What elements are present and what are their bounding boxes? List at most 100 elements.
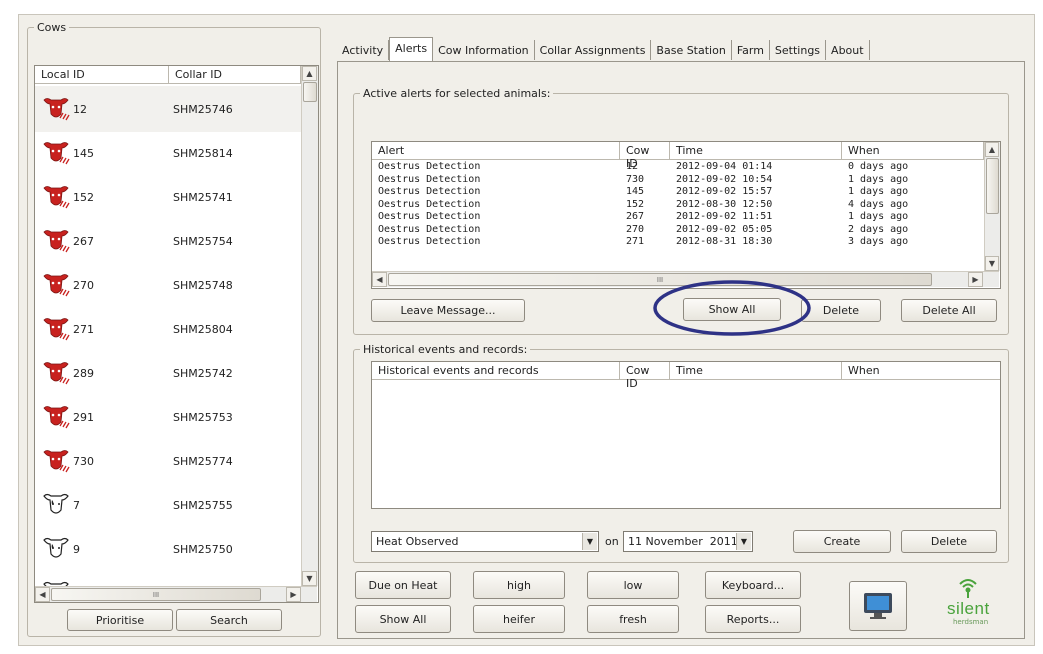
create-event-button[interactable]: Create	[793, 530, 891, 553]
alerts-scroll-right-button[interactable]: ▶	[968, 272, 983, 287]
reports-button[interactable]: Reports...	[705, 605, 801, 633]
cows-list[interactable]: Local ID Collar ID 12 SHM25746 145 SHM25814…	[34, 65, 319, 603]
leave-message-button[interactable]: Leave Message...	[371, 299, 525, 322]
historical-list[interactable]: Historical events and records Cow ID Tim…	[371, 361, 1001, 509]
tab-farm[interactable]: Farm	[732, 40, 770, 60]
cow-local-id: 9	[73, 542, 80, 556]
alert-type: Oestrus Detection	[378, 161, 481, 172]
cows-list-rows: 12 SHM25746 145 SHM25814 152 SHM25741 267 SHM25…	[35, 84, 301, 602]
scroll-right-button[interactable]: ▶	[286, 587, 301, 602]
cow-row[interactable]: 271 SHM25804	[35, 306, 301, 352]
column-header-history-when[interactable]: When	[842, 362, 1000, 379]
cow-alert-icon	[43, 318, 70, 341]
tab-collar-assignments[interactable]: Collar Assignments	[535, 40, 652, 60]
cow-row[interactable]: 145 SHM25814	[35, 130, 301, 176]
prioritise-button[interactable]: Prioritise	[67, 609, 173, 631]
column-header-historical-events[interactable]: Historical events and records	[372, 362, 620, 379]
cows-horizontal-scrollbar[interactable]: ◀ III ▶	[35, 586, 317, 602]
cow-collar-id: SHM25804	[173, 322, 233, 336]
cow-collar-id: SHM25741	[173, 190, 233, 204]
alert-row[interactable]: Oestrus Detection 145 2012-09-02 15:57 1 da…	[372, 186, 984, 199]
delete-alert-button[interactable]: Delete	[801, 299, 881, 322]
alerts-scroll-down-button[interactable]: ▼	[985, 256, 999, 271]
cow-row[interactable]: 7 SHM25755	[35, 482, 301, 528]
cow-row[interactable]: 12 SHM25746	[35, 86, 301, 132]
scroll-down-button[interactable]: ▼	[302, 571, 317, 586]
alert-when: 4 days ago	[848, 198, 909, 210]
show-all-cows-button[interactable]: Show All	[355, 605, 451, 633]
alerts-list[interactable]: Alert Cow ID Time When Oestrus Detection…	[371, 141, 1001, 289]
alert-time: 2012-09-02 05:05	[676, 223, 773, 235]
column-header-alert[interactable]: Alert	[372, 142, 620, 159]
filter-high-button[interactable]: high	[473, 571, 565, 599]
search-button[interactable]: Search	[176, 609, 282, 631]
column-header-when[interactable]: When	[842, 142, 984, 159]
delete-event-button[interactable]: Delete	[901, 530, 997, 553]
alert-row[interactable]: Oestrus Detection 152 2012-08-30 12:50 4 da…	[372, 199, 984, 212]
tab-cow-information[interactable]: Cow Information	[433, 40, 535, 60]
filter-heifer-button[interactable]: heifer	[473, 605, 565, 633]
chevron-down-icon[interactable]: ▼	[582, 533, 597, 550]
cow-alert-icon	[43, 142, 70, 165]
alert-time: 2012-08-31 18:30	[676, 236, 773, 247]
column-header-local-id[interactable]: Local ID	[35, 66, 169, 83]
alert-when: 0 days ago	[848, 161, 909, 172]
column-header-time[interactable]: Time	[670, 142, 842, 159]
cow-row[interactable]: 730 SHM25774	[35, 438, 301, 484]
tab-activity[interactable]: Activity	[337, 40, 390, 60]
cow-collar-id: SHM25754	[173, 234, 233, 248]
cow-row[interactable]: 289 SHM25742	[35, 350, 301, 396]
cow-row[interactable]: 291 SHM25753	[35, 394, 301, 440]
alert-row[interactable]: Oestrus Detection 271 2012-08-31 18:30 3 da…	[372, 236, 984, 249]
alerts-list-header: Alert Cow ID Time When	[372, 142, 984, 170]
antenna-icon	[959, 579, 977, 598]
keyboard-button[interactable]: Keyboard...	[705, 571, 801, 599]
alert-type: Oestrus Detection	[378, 236, 481, 247]
filter-low-button[interactable]: low	[587, 571, 679, 599]
horizontal-scroll-thumb[interactable]: III	[51, 588, 261, 601]
scroll-left-button[interactable]: ◀	[35, 587, 50, 602]
cow-local-id: 7	[73, 498, 80, 512]
cow-row[interactable]: 9 SHM25750	[35, 526, 301, 572]
alerts-scroll-left-button[interactable]: ◀	[372, 272, 387, 287]
cow-local-id: 291	[73, 410, 94, 424]
cow-local-id: 152	[73, 190, 94, 204]
event-date-picker[interactable]: 11 November 2011 ▼	[623, 531, 753, 552]
tab-base-station[interactable]: Base Station	[651, 40, 732, 60]
tab-alerts[interactable]: Alerts	[389, 37, 434, 62]
alert-time: 2012-09-02 11:51	[676, 211, 773, 222]
column-header-history-time[interactable]: Time	[670, 362, 842, 379]
delete-all-alerts-button[interactable]: Delete All	[901, 299, 997, 322]
chevron-down-icon[interactable]: ▼	[736, 533, 751, 550]
filter-fresh-button[interactable]: fresh	[587, 605, 679, 633]
alert-cow-id: 12	[626, 161, 639, 172]
due-on-heat-button[interactable]: Due on Heat	[355, 571, 451, 599]
alerts-scroll-up-button[interactable]: ▲	[985, 142, 999, 157]
event-type-select[interactable]: Heat Observed ▼	[371, 531, 599, 552]
historical-list-header: Historical events and records Cow ID Tim…	[372, 362, 1000, 390]
cows-vertical-scrollbar[interactable]: ▲ ▼	[301, 66, 318, 586]
app-window: Cows Local ID Collar ID 12 SHM25746 145 SHM…	[18, 14, 1035, 646]
column-header-history-cow-id[interactable]: Cow ID	[620, 362, 670, 390]
tab-about[interactable]: About	[826, 40, 870, 60]
cow-local-id: 267	[73, 234, 94, 248]
alert-row[interactable]: Oestrus Detection 12 2012-09-04 01:14 0 day…	[372, 161, 984, 174]
cow-row[interactable]: 152 SHM25741	[35, 174, 301, 220]
cow-local-id: 270	[73, 278, 94, 292]
tab-settings[interactable]: Settings	[770, 40, 827, 60]
alerts-scroll-thumb[interactable]	[986, 158, 999, 214]
cows-group-title: Cows	[37, 21, 67, 34]
alert-row[interactable]: Oestrus Detection 730 2012-09-02 10:54 1 da…	[372, 174, 984, 187]
cow-local-id: 12	[73, 102, 87, 116]
alert-row[interactable]: Oestrus Detection 267 2012-09-02 11:51 1 da…	[372, 211, 984, 224]
cow-row[interactable]: 270 SHM25748	[35, 262, 301, 308]
scroll-thumb[interactable]	[303, 82, 317, 102]
display-mode-button[interactable]	[849, 581, 907, 631]
column-header-collar-id[interactable]: Collar ID	[169, 66, 301, 83]
alerts-vertical-scrollbar[interactable]: ▲ ▼	[984, 142, 1000, 271]
column-header-cow-id[interactable]: Cow ID	[620, 142, 670, 170]
alert-time: 2012-09-02 15:57	[676, 186, 773, 197]
cow-row[interactable]: 267 SHM25754	[35, 218, 301, 264]
alert-row[interactable]: Oestrus Detection 270 2012-09-02 05:05 2 da…	[372, 224, 984, 237]
scroll-up-button[interactable]: ▲	[302, 66, 317, 81]
